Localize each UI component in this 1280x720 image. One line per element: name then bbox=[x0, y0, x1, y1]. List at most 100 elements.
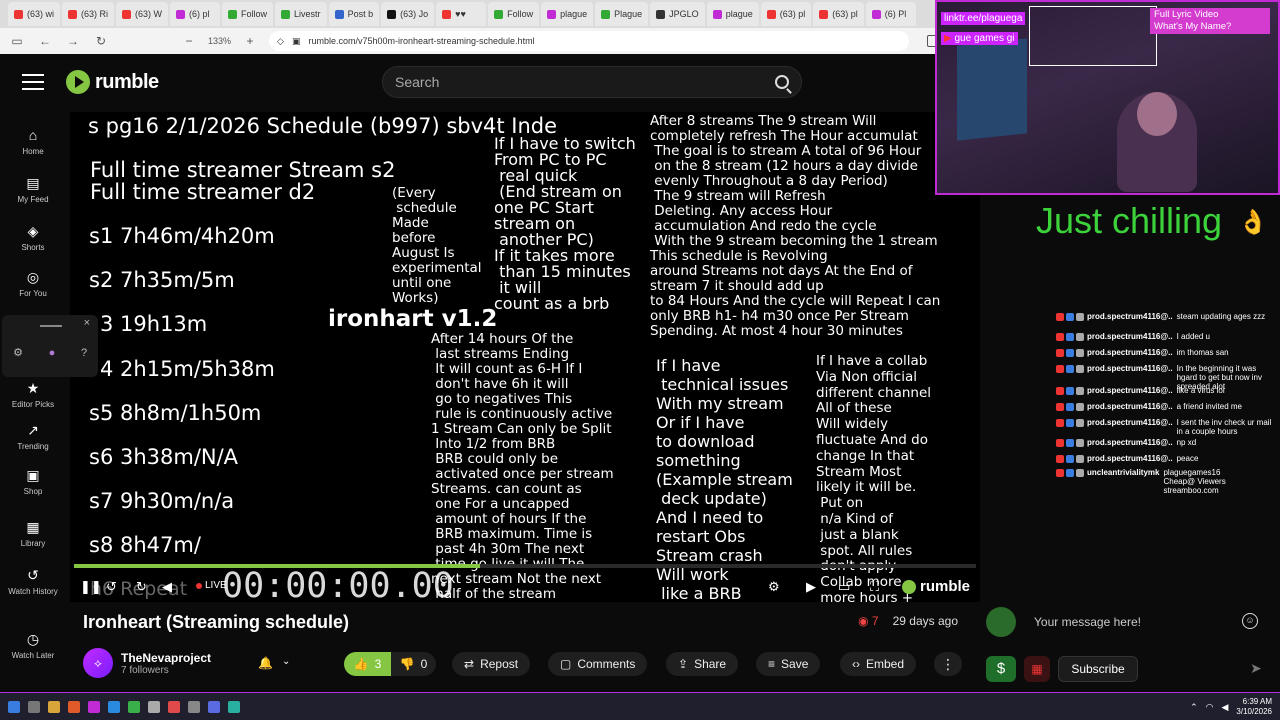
sidebar-item-my-feed[interactable]: ▤ My Feed bbox=[0, 175, 66, 204]
sidebar-toggle-icon[interactable]: ▭ bbox=[8, 32, 26, 50]
app-icon[interactable] bbox=[188, 700, 200, 713]
close-icon[interactable]: × bbox=[84, 317, 90, 329]
browser-tab[interactable]: (6) Pl bbox=[865, 2, 916, 26]
browser-tab[interactable]: JPGLO bbox=[650, 2, 705, 26]
sidebar-item-shorts[interactable]: ◈ Shorts bbox=[0, 223, 66, 252]
speaker-icon[interactable]: ◀ bbox=[1221, 702, 1228, 713]
forward-icon[interactable]: → bbox=[64, 32, 82, 50]
taskbar-search-icon[interactable] bbox=[28, 700, 40, 713]
sidebar-item-editor-picks[interactable]: ★ Editor Picks bbox=[0, 380, 66, 409]
app-icon[interactable] bbox=[88, 700, 100, 713]
back-icon[interactable]: ← bbox=[36, 32, 54, 50]
pause-icon[interactable]: ❚❚ bbox=[80, 579, 102, 595]
chat-username[interactable]: prod.spectrum4116@.. bbox=[1087, 386, 1173, 395]
browser-tab[interactable]: (63) Ri bbox=[62, 2, 115, 26]
app-icon[interactable] bbox=[228, 700, 240, 713]
address-bar[interactable]: ◇ ▣ rumble.com/v75h00m-ironheart-streami… bbox=[269, 31, 910, 51]
sidebar-item-for-you[interactable]: ◎ For You bbox=[0, 269, 66, 298]
file-explorer-icon[interactable] bbox=[48, 700, 60, 713]
chat-username[interactable]: prod.spectrum4116@.. bbox=[1087, 348, 1173, 357]
sidebar-item-home[interactable]: ⌂ Home bbox=[0, 127, 66, 156]
zoom-out-icon[interactable]: − bbox=[180, 32, 198, 50]
browser-tab[interactable]: ♥♥ bbox=[436, 2, 487, 26]
chat-username[interactable]: prod.spectrum4116@.. bbox=[1087, 312, 1173, 321]
cast-icon[interactable]: ▭ bbox=[838, 579, 850, 595]
browser-tab[interactable]: (63) pl bbox=[760, 2, 812, 26]
url-text[interactable]: rumble.com/v75h00m-ironheart-streaming-s… bbox=[308, 36, 534, 46]
more-options-button[interactable]: ⋮ bbox=[934, 652, 962, 676]
chat-username[interactable]: prod.spectrum4116@.. bbox=[1087, 402, 1173, 411]
bell-icon[interactable]: 🔔 bbox=[258, 656, 273, 670]
microphone-icon[interactable]: ● bbox=[46, 347, 58, 359]
chat-username[interactable]: prod.spectrum4116@.. bbox=[1087, 364, 1173, 373]
progress-bar[interactable] bbox=[74, 564, 976, 568]
wifi-icon[interactable]: ◠ bbox=[1206, 702, 1214, 713]
chat-username[interactable]: uncleantrivialitymk bbox=[1087, 468, 1159, 477]
rumble-logo[interactable]: rumble bbox=[66, 70, 159, 94]
browser-tab[interactable]: plague bbox=[706, 2, 759, 26]
search-input[interactable] bbox=[395, 74, 775, 90]
chat-message-input[interactable] bbox=[1034, 615, 1234, 629]
app-icon[interactable] bbox=[168, 700, 180, 713]
subscribe-button[interactable]: Subscribe bbox=[1058, 656, 1138, 682]
browser-tab[interactable]: Post b bbox=[328, 2, 380, 26]
channel-avatar[interactable]: ⟡ bbox=[83, 648, 113, 678]
browser-tab[interactable]: (63) Jo bbox=[381, 2, 435, 26]
settings-icon[interactable]: ⚙ bbox=[768, 579, 780, 595]
embed-button[interactable]: ‹› Embed bbox=[840, 652, 917, 676]
downvote-button[interactable]: 👎 0 bbox=[391, 652, 436, 676]
browser-tab[interactable]: plague bbox=[541, 2, 594, 26]
channel-name[interactable]: TheNevaproject bbox=[121, 651, 211, 665]
start-icon[interactable] bbox=[8, 700, 20, 713]
chat-username[interactable]: prod.spectrum4116@.. bbox=[1087, 332, 1173, 341]
drag-handle[interactable] bbox=[40, 325, 62, 327]
tray-chevron-icon[interactable]: ⌃ bbox=[1190, 702, 1198, 713]
sidebar-item-library[interactable]: ▦ Library bbox=[0, 519, 66, 548]
app-icon[interactable] bbox=[108, 700, 120, 713]
rumble-watermark[interactable]: rumble bbox=[901, 578, 970, 595]
browser-tab[interactable]: (63) W bbox=[116, 2, 169, 26]
sidebar-item-watch-history[interactable]: ↺ Watch History bbox=[0, 567, 66, 596]
app-icon[interactable] bbox=[208, 700, 220, 713]
share-button[interactable]: ⇪ Share bbox=[666, 652, 739, 676]
channel-info[interactable]: ⟡ TheNevaproject 7 followers bbox=[83, 648, 211, 678]
user-avatar[interactable] bbox=[986, 607, 1016, 637]
zoom-in-icon[interactable]: + bbox=[241, 32, 259, 50]
browser-tab[interactable]: (63) pl bbox=[813, 2, 864, 26]
save-button[interactable]: ≡ Save bbox=[756, 652, 821, 676]
chevron-down-icon[interactable]: ⌄ bbox=[282, 656, 290, 667]
reload-icon[interactable]: ↻ bbox=[92, 32, 110, 50]
chat-username[interactable]: prod.spectrum4116@.. bbox=[1087, 438, 1173, 447]
rewind-icon[interactable]: ↺ bbox=[106, 579, 117, 595]
search-bar[interactable] bbox=[382, 66, 802, 98]
sidebar-item-trending[interactable]: ↗ Trending bbox=[0, 422, 66, 451]
browser-tab[interactable]: Follow bbox=[222, 2, 274, 26]
browser-tab[interactable]: (6) pl bbox=[170, 2, 221, 26]
search-icon[interactable] bbox=[775, 75, 789, 89]
rant-dollar-button[interactable]: $ bbox=[986, 656, 1016, 682]
app-icon[interactable] bbox=[148, 700, 160, 713]
gear-icon[interactable]: ⚙ bbox=[12, 347, 24, 359]
chat-username[interactable]: prod.spectrum4116@.. bbox=[1087, 418, 1173, 427]
browser-tab[interactable]: Plague bbox=[595, 2, 649, 26]
browser-tab[interactable]: Follow bbox=[488, 2, 540, 26]
video-player[interactable]: s pg16 2/1/2026 Schedule (b997) sbv4t In… bbox=[70, 112, 980, 602]
forward-icon[interactable]: ↻ bbox=[136, 579, 147, 595]
help-icon[interactable]: ? bbox=[78, 347, 90, 359]
comments-button[interactable]: ▢ Comments bbox=[548, 652, 648, 676]
upvote-button[interactable]: 👍 3 bbox=[344, 652, 391, 676]
menu-icon[interactable] bbox=[22, 74, 44, 90]
play-next-icon[interactable]: ▶ bbox=[806, 579, 816, 595]
clock[interactable]: 6:39 AM 3/10/2026 bbox=[1236, 697, 1272, 717]
app-icon[interactable] bbox=[128, 700, 140, 713]
fullscreen-icon[interactable]: ⛶ bbox=[870, 579, 879, 595]
zoom-level[interactable]: 133% bbox=[208, 36, 231, 46]
gift-icon[interactable]: ▦ bbox=[1024, 656, 1050, 682]
emoji-icon[interactable]: ☺ bbox=[1242, 613, 1258, 629]
chat-username[interactable]: prod.spectrum4116@.. bbox=[1087, 454, 1173, 463]
volume-icon[interactable]: ◀ bbox=[162, 579, 172, 595]
browser-tab[interactable]: (63) wi bbox=[8, 2, 61, 26]
firefox-icon[interactable] bbox=[68, 700, 80, 713]
repost-button[interactable]: ⇄ Repost bbox=[452, 652, 531, 676]
send-icon[interactable]: ➤ bbox=[1250, 660, 1262, 677]
